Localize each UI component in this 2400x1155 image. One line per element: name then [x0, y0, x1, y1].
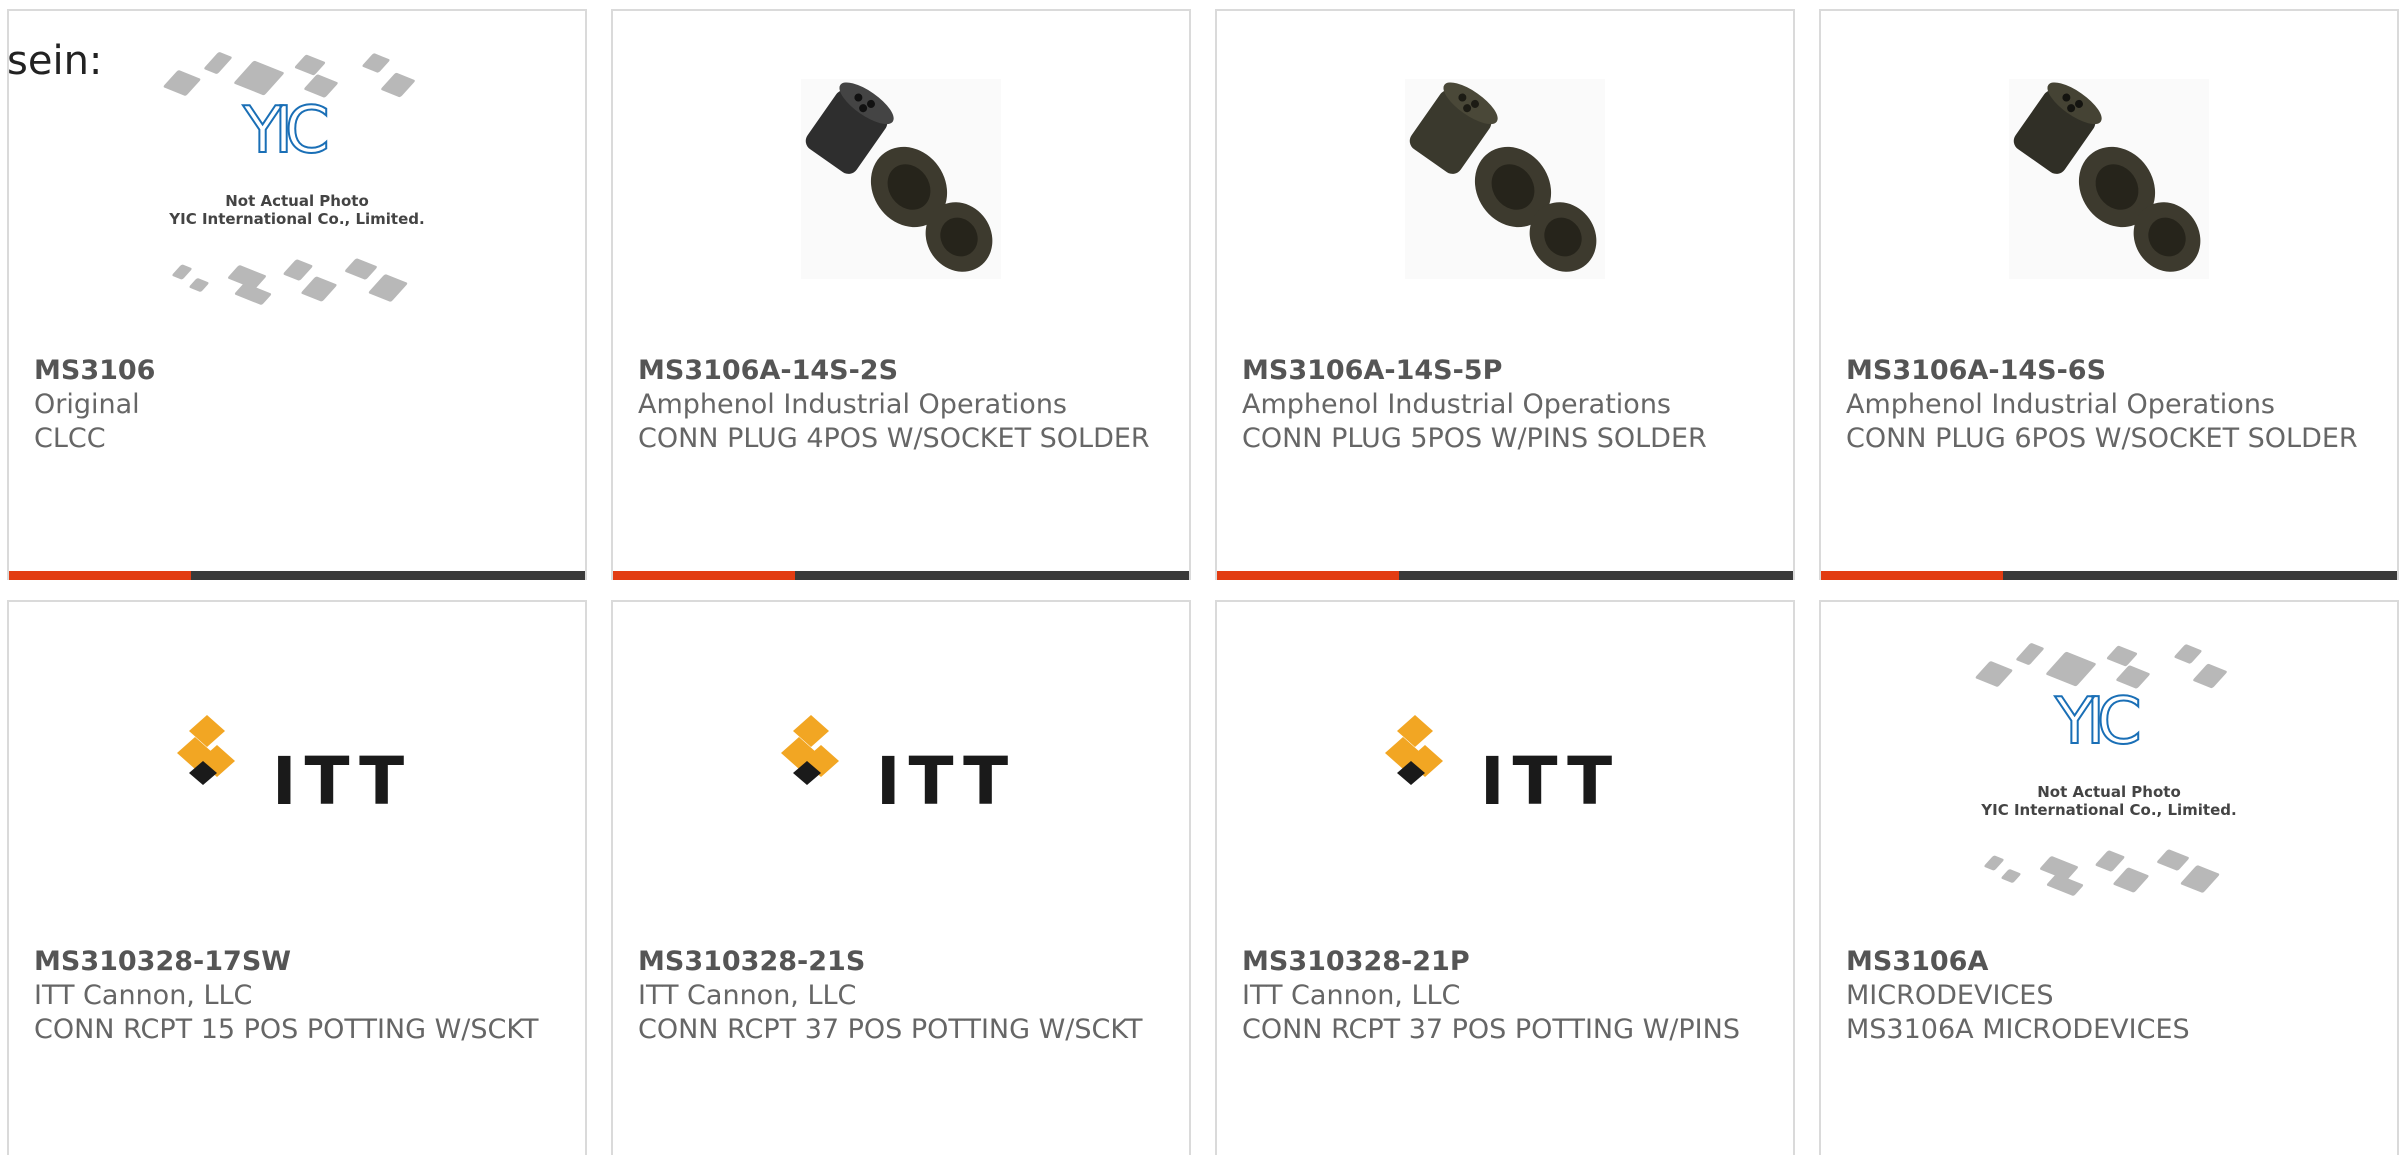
part-number-link[interactable]: MS3106: [34, 354, 565, 388]
manufacturer: Amphenol Industrial Operations: [638, 389, 1067, 420]
part-number-link[interactable]: MS3106A-14S-6S: [1846, 354, 2377, 388]
description: CONN PLUG 4POS W/SOCKET SOLDER: [638, 423, 1150, 454]
product-image[interactable]: [1821, 11, 2397, 347]
connector-photo-icon: [2009, 79, 2209, 279]
product-info: MS3106A-14S-6S Amphenol Industrial Opera…: [1846, 354, 2377, 456]
product-image[interactable]: [613, 11, 1189, 347]
manufacturer: ITT Cannon, LLC: [1242, 980, 1461, 1011]
product-info: MS310328-21S ITT Cannon, LLC CONN RCPT 3…: [638, 945, 1169, 1047]
part-number-link[interactable]: MS3106A: [1846, 945, 2377, 979]
itt-logo-icon: ITT: [1385, 715, 1625, 825]
product-info: MS3106A MICRODEVICES MS3106A MICRODEVICE…: [1846, 945, 2377, 1047]
product-info: MS310328-17SW ITT Cannon, LLC CONN RCPT …: [34, 945, 565, 1047]
card-bottom-bar: [1217, 571, 1793, 580]
description: MS3106A MICRODEVICES: [1846, 1014, 2190, 1045]
itt-logo-text: ITT: [876, 743, 1017, 820]
manufacturer: Original: [34, 389, 140, 420]
product-card[interactable]: YIC Not Actual Photo YIC International C…: [1819, 600, 2399, 1155]
part-number-link[interactable]: MS310328-21P: [1242, 945, 1773, 979]
card-bar-accent: [1217, 571, 1399, 580]
product-info: MS3106A-14S-2S Amphenol Industrial Opera…: [638, 354, 1169, 456]
card-bottom-bar: [9, 571, 585, 580]
product-image[interactable]: ITT: [1217, 602, 1793, 938]
yic-placeholder-icon: YIC Not Actual Photo YIC International C…: [147, 44, 447, 314]
product-card[interactable]: ITT MS310328-21P ITT Cannon, LLC CONN RC…: [1215, 600, 1795, 1155]
intro-text: sein:: [7, 38, 103, 84]
description: CONN PLUG 5POS W/PINS SOLDER: [1242, 423, 1707, 454]
product-card[interactable]: MS3106A-14S-5P Amphenol Industrial Opera…: [1215, 9, 1795, 580]
product-info: MS310328-21P ITT Cannon, LLC CONN RCPT 3…: [1242, 945, 1773, 1047]
manufacturer: MICRODEVICES: [1846, 980, 2054, 1011]
itt-logo-icon: ITT: [177, 715, 417, 825]
itt-logo-icon: ITT: [781, 715, 1021, 825]
part-number-link[interactable]: MS3106A-14S-5P: [1242, 354, 1773, 388]
card-bar-accent: [613, 571, 795, 580]
product-card[interactable]: MS3106A-14S-6S Amphenol Industrial Opera…: [1819, 9, 2399, 580]
part-number-link[interactable]: MS3106A-14S-2S: [638, 354, 1169, 388]
part-number-link[interactable]: MS310328-21S: [638, 945, 1169, 979]
manufacturer: Amphenol Industrial Operations: [1242, 389, 1671, 420]
product-card[interactable]: ITT MS310328-21S ITT Cannon, LLC CONN RC…: [611, 600, 1191, 1155]
description: CLCC: [34, 423, 106, 454]
product-card[interactable]: MS3106A-14S-2S Amphenol Industrial Opera…: [611, 9, 1191, 580]
card-bottom-bar: [1821, 571, 2397, 580]
itt-logo-text: ITT: [272, 743, 413, 820]
card-bar-accent: [9, 571, 191, 580]
connector-photo-icon: [1405, 79, 1605, 279]
product-card[interactable]: ITT MS310328-17SW ITT Cannon, LLC CONN R…: [7, 600, 587, 1155]
part-number-link[interactable]: MS310328-17SW: [34, 945, 565, 979]
manufacturer: Amphenol Industrial Operations: [1846, 389, 2275, 420]
manufacturer: ITT Cannon, LLC: [34, 980, 253, 1011]
yic-placeholder-icon: YIC Not Actual Photo YIC International C…: [1959, 635, 2259, 905]
product-info: MS3106 Original CLCC: [34, 354, 565, 456]
image-caption-1: Not Actual Photo: [2037, 783, 2181, 801]
image-caption-2: YIC International Co., Limited.: [169, 210, 425, 228]
card-bottom-bar: [613, 571, 1189, 580]
description: CONN RCPT 37 POS POTTING W/SCKT: [638, 1014, 1143, 1045]
product-image[interactable]: YIC Not Actual Photo YIC International C…: [1821, 602, 2397, 938]
product-image[interactable]: ITT: [613, 602, 1189, 938]
connector-photo-icon: [801, 79, 1001, 279]
image-caption-2: YIC International Co., Limited.: [1981, 801, 2237, 819]
description: CONN RCPT 37 POS POTTING W/PINS: [1242, 1014, 1740, 1045]
product-info: MS3106A-14S-5P Amphenol Industrial Opera…: [1242, 354, 1773, 456]
itt-logo-text: ITT: [1480, 743, 1621, 820]
manufacturer: ITT Cannon, LLC: [638, 980, 857, 1011]
product-grid: YIC Not Actual Photo YIC International C…: [0, 0, 2400, 1155]
product-image[interactable]: [1217, 11, 1793, 347]
product-grid-page: sein: YIC Not Actual Photo YIC Internati…: [0, 0, 2400, 1155]
product-image[interactable]: ITT: [9, 602, 585, 938]
product-card[interactable]: YIC Not Actual Photo YIC International C…: [7, 9, 587, 580]
description: CONN PLUG 6POS W/SOCKET SOLDER: [1846, 423, 2358, 454]
image-caption-1: Not Actual Photo: [225, 192, 369, 210]
card-bar-accent: [1821, 571, 2003, 580]
description: CONN RCPT 15 POS POTTING W/SCKT: [34, 1014, 539, 1045]
